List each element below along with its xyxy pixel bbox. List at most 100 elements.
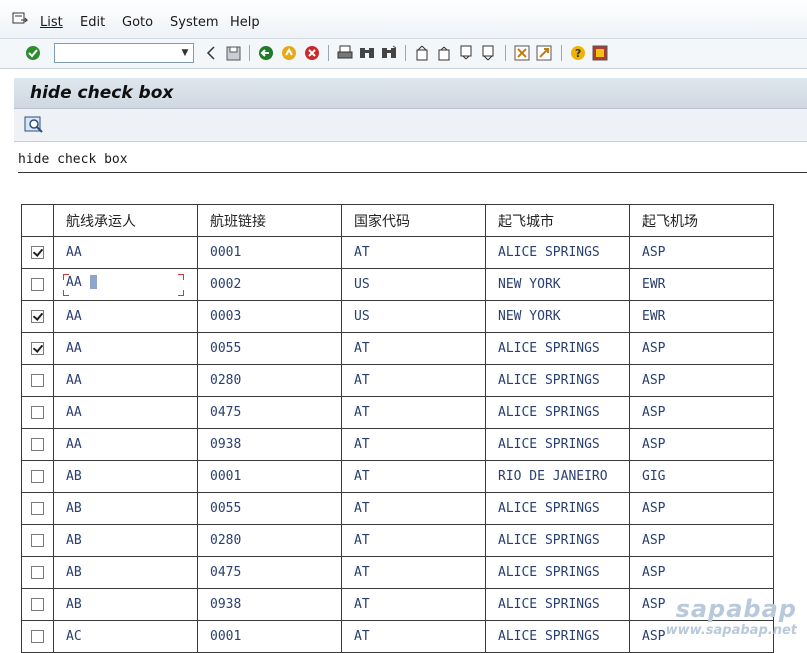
cell-text[interactable]: ALICE SPRINGS — [486, 565, 600, 580]
cell-text[interactable]: ASP — [630, 501, 665, 516]
cell-text[interactable]: AB — [54, 501, 82, 516]
cell-text[interactable]: AT — [342, 405, 370, 420]
cell-text[interactable]: AA — [54, 373, 82, 388]
table-cell: ASP — [629, 332, 774, 365]
cell-text[interactable]: ASP — [630, 437, 665, 452]
previous-page-icon[interactable] — [435, 44, 453, 62]
cell-text[interactable]: 0280 — [198, 373, 241, 388]
find-next-icon[interactable] — [380, 44, 398, 62]
row-checkbox[interactable] — [31, 598, 44, 611]
cell-text[interactable]: AB — [54, 469, 82, 484]
cell-text[interactable]: NEW YORK — [486, 277, 561, 292]
cell-text[interactable]: ASP — [630, 373, 665, 388]
create-session-icon[interactable] — [513, 44, 531, 62]
cell-text[interactable]: AB — [54, 565, 82, 580]
cell-text[interactable]: ASP — [630, 341, 665, 356]
cell-text[interactable]: AT — [342, 597, 370, 612]
cell-text[interactable]: AA — [54, 309, 82, 324]
back-arrow-icon[interactable] — [202, 44, 220, 62]
exit-icon[interactable] — [280, 44, 298, 62]
menu-edit[interactable]: Edit — [80, 15, 105, 30]
print-icon[interactable] — [336, 44, 354, 62]
cell-text[interactable]: AT — [342, 501, 370, 516]
cell-text[interactable]: AA — [54, 245, 82, 260]
cell-text[interactable]: AA — [54, 437, 82, 452]
cell-text[interactable]: EWR — [630, 309, 665, 324]
cell-text[interactable]: AT — [342, 565, 370, 580]
cell-text[interactable]: AA — [54, 405, 82, 420]
shortcut-icon[interactable] — [535, 44, 553, 62]
row-checkbox[interactable] — [31, 278, 44, 291]
cell-text[interactable]: ALICE SPRINGS — [486, 341, 600, 356]
cell-text[interactable]: ALICE SPRINGS — [486, 245, 600, 260]
cell-text[interactable]: ASP — [630, 565, 665, 580]
cell-text[interactable]: 0003 — [198, 309, 241, 324]
chevron-down-icon[interactable]: ▼ — [177, 44, 193, 62]
row-checkbox[interactable] — [31, 246, 44, 259]
cell-text[interactable]: ALICE SPRINGS — [486, 501, 600, 516]
cell-text[interactable]: 0055 — [198, 501, 241, 516]
row-checkbox[interactable] — [31, 342, 44, 355]
cell-text[interactable]: AT — [342, 245, 370, 260]
cell-text[interactable]: ASP — [630, 405, 665, 420]
cell-text[interactable]: ALICE SPRINGS — [486, 437, 600, 452]
next-page-icon[interactable] — [457, 44, 475, 62]
row-checkbox[interactable] — [31, 502, 44, 515]
detail-icon[interactable] — [24, 116, 44, 134]
text-cursor — [89, 275, 97, 289]
system-menu-icon[interactable] — [12, 12, 28, 26]
cell-text[interactable]: AT — [342, 469, 370, 484]
cell-text[interactable]: ASP — [630, 245, 665, 260]
cell-text[interactable]: ALICE SPRINGS — [486, 597, 600, 612]
cell-text[interactable]: AT — [342, 341, 370, 356]
cell-text[interactable]: AB — [54, 533, 82, 548]
save-icon[interactable] — [224, 44, 242, 62]
row-checkbox[interactable] — [31, 310, 44, 323]
row-checkbox[interactable] — [31, 374, 44, 387]
cell-text[interactable]: GIG — [630, 469, 665, 484]
cell-text[interactable]: 0001 — [198, 245, 241, 260]
cell-text[interactable]: 0938 — [198, 597, 241, 612]
cell-text[interactable]: ALICE SPRINGS — [486, 405, 600, 420]
first-page-icon[interactable] — [413, 44, 431, 62]
cell-text[interactable]: AT — [342, 533, 370, 548]
row-checkbox[interactable] — [31, 534, 44, 547]
enter-icon[interactable] — [24, 44, 42, 62]
cell-text[interactable]: AT — [342, 373, 370, 388]
menu-system[interactable]: System — [170, 15, 218, 30]
cell-text[interactable]: ASP — [630, 597, 665, 612]
cell-text[interactable]: EWR — [630, 277, 665, 292]
cell-text[interactable]: AB — [54, 597, 82, 612]
menu-goto[interactable]: Goto — [122, 15, 153, 30]
find-icon[interactable] — [358, 44, 376, 62]
cell-text[interactable]: ALICE SPRINGS — [486, 533, 600, 548]
cell-text[interactable]: NEW YORK — [486, 309, 561, 324]
customize-layout-icon[interactable] — [591, 44, 609, 62]
cell-text[interactable]: 0001 — [198, 469, 241, 484]
cell-text[interactable]: US — [342, 309, 370, 324]
menu-list[interactable]: List — [40, 15, 63, 30]
cancel-icon[interactable] — [303, 44, 321, 62]
row-checkbox[interactable] — [31, 470, 44, 483]
cell-text[interactable]: 0475 — [198, 405, 241, 420]
cell-text[interactable]: AA — [54, 341, 82, 356]
row-checkbox[interactable] — [31, 566, 44, 579]
menu-help[interactable]: Help — [230, 15, 260, 30]
cell-text[interactable]: AT — [342, 437, 370, 452]
help-icon[interactable]: ? — [569, 44, 587, 62]
row-checkbox[interactable] — [31, 438, 44, 451]
back-icon[interactable] — [257, 44, 275, 62]
cell-text[interactable]: ALICE SPRINGS — [486, 373, 600, 388]
cell-text[interactable]: 0938 — [198, 437, 241, 452]
cell-text[interactable]: 0475 — [198, 565, 241, 580]
cell-text[interactable]: US — [342, 277, 370, 292]
cell-text[interactable]: 0280 — [198, 533, 241, 548]
last-page-icon[interactable] — [479, 44, 497, 62]
row-checkbox[interactable] — [31, 630, 44, 643]
cell-text[interactable]: 0002 — [198, 277, 241, 292]
cell-text[interactable]: 0055 — [198, 341, 241, 356]
cell-text[interactable]: ASP — [630, 533, 665, 548]
cell-text[interactable]: RIO DE JANEIRO — [486, 469, 608, 484]
row-checkbox[interactable] — [31, 406, 44, 419]
command-field[interactable]: ▼ — [54, 43, 194, 63]
